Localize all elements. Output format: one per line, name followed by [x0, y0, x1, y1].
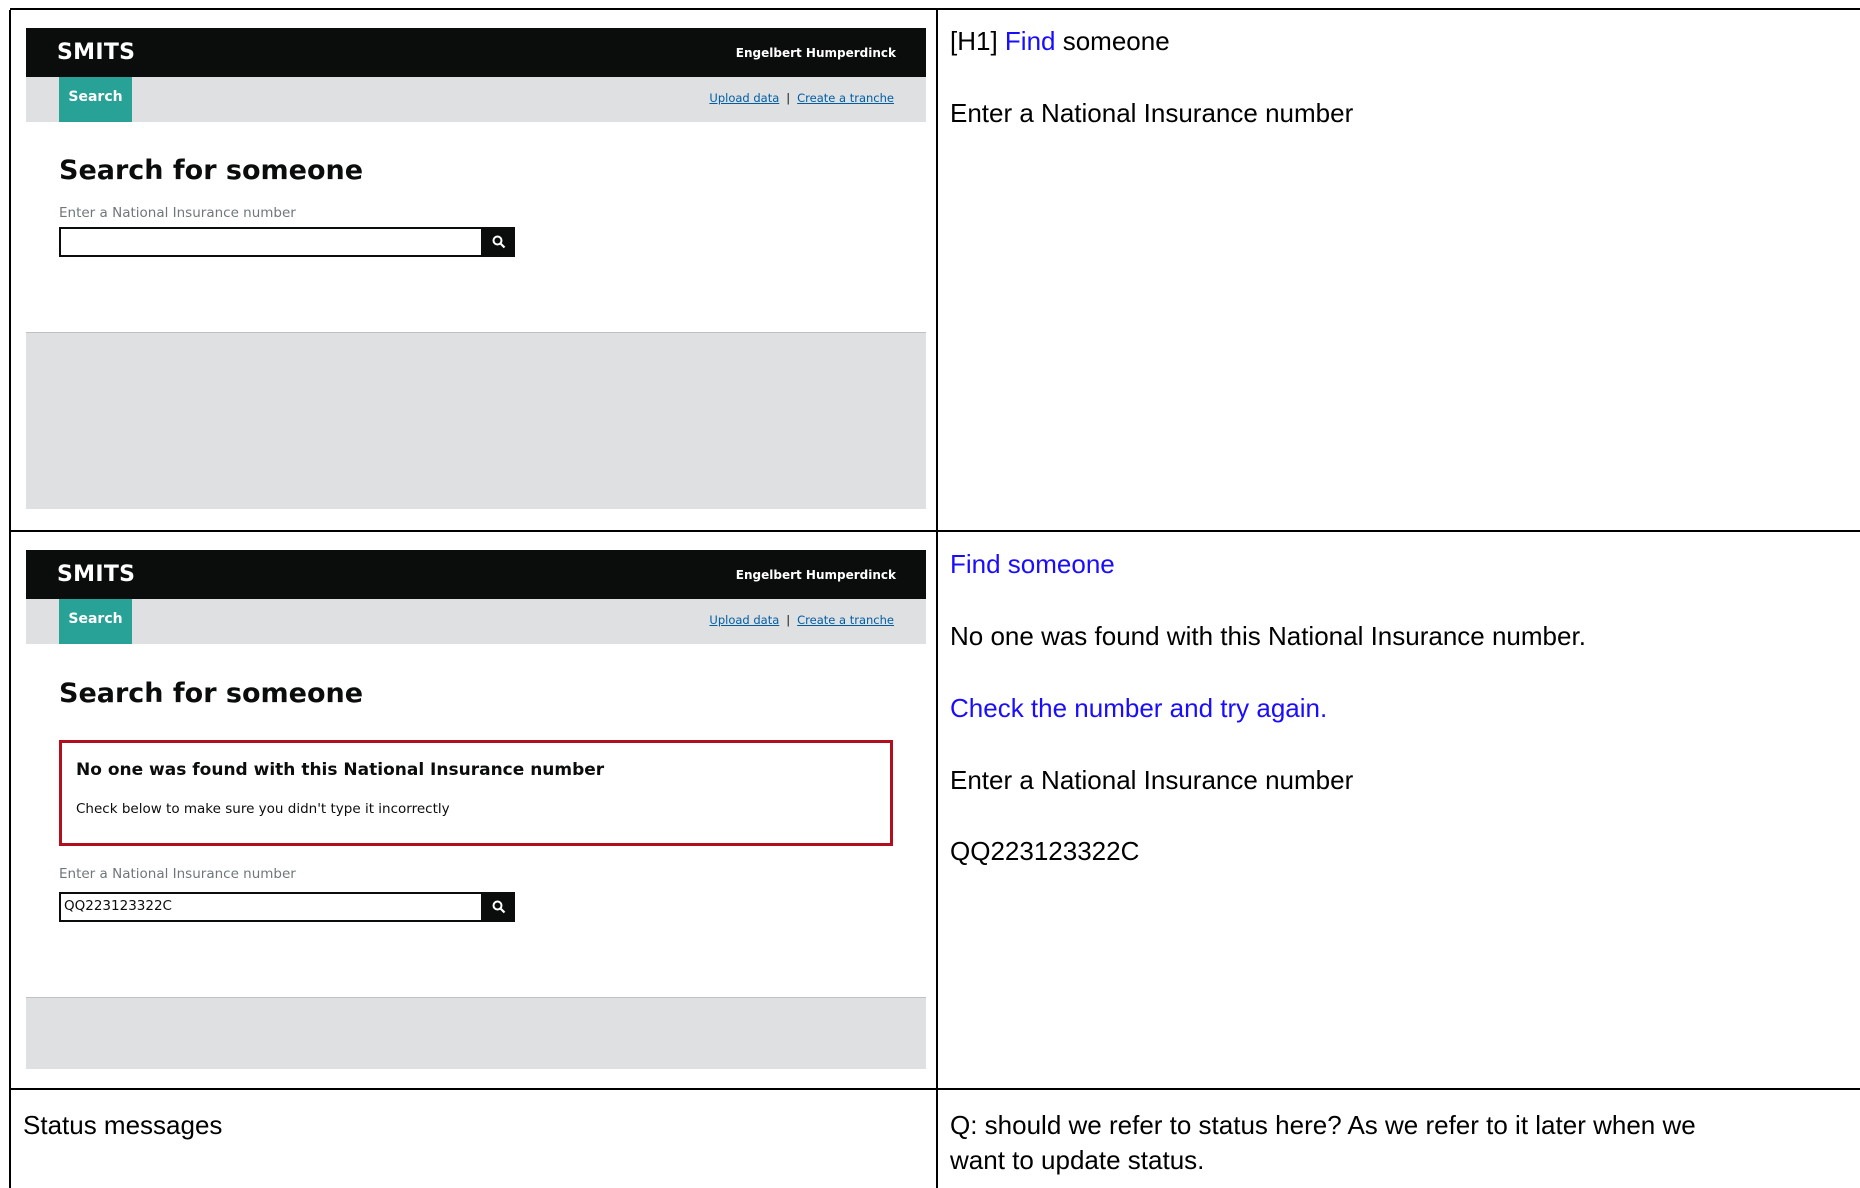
note-h1: [H1] Find someone: [950, 26, 1170, 57]
status-question-line2: want to update status.: [950, 1145, 1205, 1175]
mock-header: SMITS Engelbert Humperdinck: [26, 28, 926, 77]
nav-tab-search[interactable]: Search: [59, 599, 132, 644]
note-h1-rest: someone: [1055, 26, 1170, 56]
note-enter-ni: Enter a National Insurance number: [950, 98, 1354, 128]
note-check-number-link[interactable]: Check the number and try again.: [950, 693, 1327, 724]
table-border-top: [10, 8, 1860, 10]
error-summary: No one was found with this National Insu…: [59, 740, 893, 846]
error-title: No one was found with this National Insu…: [76, 760, 605, 780]
note-find-link[interactable]: Find: [1005, 26, 1056, 56]
mock-user-name[interactable]: Engelbert Humperdinck: [736, 568, 896, 582]
table-border-row1: [10, 530, 1860, 532]
mock-footer: [26, 332, 926, 509]
mock-nav-bar: Search Upload data | Create a tranche: [26, 77, 926, 122]
upload-data-link[interactable]: Upload data: [709, 91, 779, 105]
nav-separator: |: [786, 91, 791, 105]
mock-logo: SMITS: [57, 562, 136, 587]
search-icon: [492, 235, 506, 249]
nav-links: Upload data | Create a tranche: [709, 91, 894, 105]
nav-tab-search[interactable]: Search: [59, 77, 132, 122]
mock-screen-search: SMITS Engelbert Humperdinck Search Uploa…: [26, 28, 926, 509]
ni-search-input[interactable]: QQ223123322C: [59, 892, 483, 922]
document-table: SMITS Engelbert Humperdinck Search Uploa…: [0, 0, 1860, 1188]
nav-separator: |: [786, 613, 791, 627]
create-tranche-link[interactable]: Create a tranche: [797, 91, 894, 105]
mock-nav-bar: Search Upload data | Create a tranche: [26, 599, 926, 644]
page-title: Search for someone: [59, 678, 364, 709]
table-border-row2: [10, 1088, 1860, 1090]
ni-input-label: Enter a National Insurance number: [59, 205, 296, 221]
nav-links: Upload data | Create a tranche: [709, 613, 894, 627]
note-enter-ni: Enter a National Insurance number: [950, 765, 1354, 795]
page-title: Search for someone: [59, 155, 364, 186]
create-tranche-link[interactable]: Create a tranche: [797, 613, 894, 627]
mock-user-name[interactable]: Engelbert Humperdinck: [736, 46, 896, 60]
status-messages-label: Status messages: [23, 1110, 223, 1140]
mock-screen-not-found: SMITS Engelbert Humperdinck Search Uploa…: [26, 550, 926, 1069]
note-not-found: No one was found with this National Insu…: [950, 621, 1586, 651]
search-button[interactable]: [483, 892, 515, 922]
mock-footer: [26, 997, 926, 1069]
error-text: Check below to make sure you didn't type…: [76, 801, 450, 817]
ni-search-input[interactable]: [59, 227, 483, 257]
note-ni-value: QQ223123322C: [950, 836, 1140, 866]
status-question-line1: Q: should we refer to status here? As we…: [950, 1110, 1696, 1140]
search-icon: [492, 900, 506, 914]
table-border-middle: [936, 10, 938, 1188]
ni-input-label: Enter a National Insurance number: [59, 866, 296, 882]
mock-logo: SMITS: [57, 40, 136, 65]
mock-header: SMITS Engelbert Humperdinck: [26, 550, 926, 599]
note-h1-tag: [H1]: [950, 26, 1005, 56]
upload-data-link[interactable]: Upload data: [709, 613, 779, 627]
search-button[interactable]: [483, 227, 515, 257]
note-find-someone-link[interactable]: Find someone: [950, 549, 1115, 580]
table-border-left: [9, 10, 11, 1188]
